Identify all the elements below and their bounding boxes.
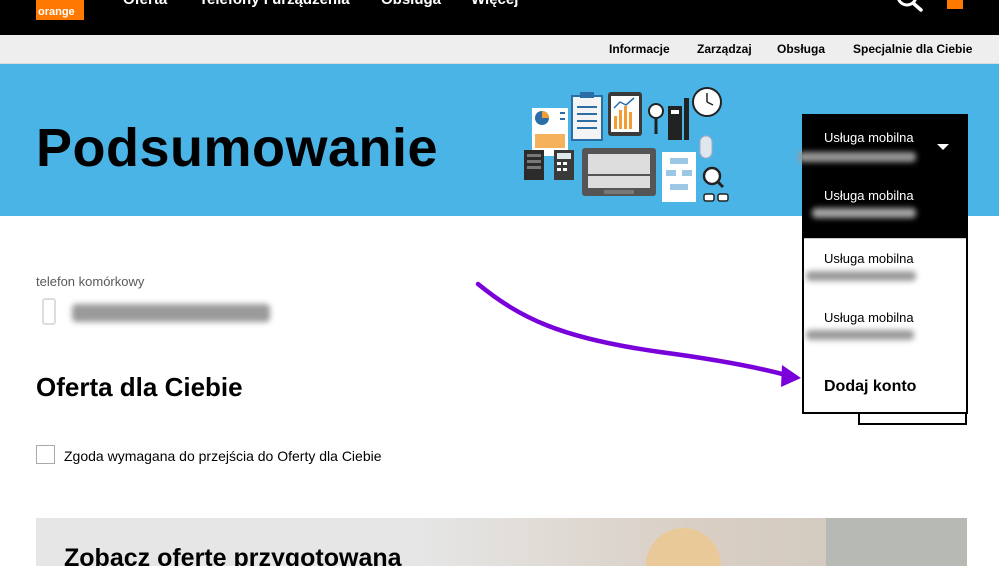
blurred-option-number <box>806 271 916 281</box>
option-label: Usługa mobilna <box>824 310 914 325</box>
page-title: Podsumowanie <box>36 118 439 178</box>
option-label: Usługa mobilna <box>824 188 914 203</box>
subnav-item-zarzadzaj[interactable]: Zarządzaj <box>697 42 752 56</box>
nav-item-telefony[interactable]: Telefony i urządzenia <box>199 0 350 9</box>
blurred-option-number <box>806 330 914 340</box>
basket-icon[interactable] <box>947 0 963 9</box>
nav-item-oferta[interactable]: Oferta <box>123 0 167 9</box>
secondary-navigation: Informacje Zarządzaj Obsługa Specjalnie … <box>0 35 999 64</box>
office-illustration <box>524 87 729 202</box>
logo-text: orange <box>38 6 75 18</box>
nav-item-obsluga[interactable]: Obsługa <box>381 0 441 9</box>
service-dropdown[interactable]: Usługa mobilna Usługa mobilna Usługa mob… <box>798 114 968 414</box>
nav-item-wiecej[interactable]: Więcej <box>471 0 518 9</box>
blurred-current-number <box>798 152 916 162</box>
blurred-phone-number <box>72 304 270 322</box>
dropdown-option[interactable]: Usługa mobilna <box>804 176 966 238</box>
subnav-item-obsluga[interactable]: Obsługa <box>777 42 825 56</box>
mobile-phone-icon <box>42 298 56 325</box>
search-icon[interactable] <box>896 0 924 12</box>
subnav-item-specjalnie[interactable]: Specjalnie dla Ciebie <box>853 42 972 56</box>
account-type-label: telefon komórkowy <box>36 274 145 289</box>
dropdown-option[interactable]: Usługa mobilna <box>804 238 966 298</box>
dropdown-toggle[interactable]: Usługa mobilna <box>798 116 966 176</box>
promo-title: Zobacz ofertę przygotowaną <box>64 544 402 566</box>
orange-logo[interactable]: orange <box>36 0 84 20</box>
dropdown-current-label: Usługa mobilna <box>824 130 914 145</box>
consent-checkbox[interactable] <box>36 445 55 464</box>
offer-heading: Oferta dla Ciebie <box>36 372 243 402</box>
promo-banner[interactable]: Zobacz ofertę przygotowaną <box>36 518 967 566</box>
chevron-down-icon <box>937 144 949 150</box>
add-account-button[interactable]: Dodaj konto <box>824 378 916 396</box>
top-navigation-bar: orange Oferta Telefony i urządzenia Obsł… <box>0 0 999 35</box>
promo-background-right <box>826 518 967 566</box>
blurred-option-number <box>812 208 916 218</box>
consent-label: Zgoda wymagana do przejścia do Oferty dl… <box>64 448 382 464</box>
dropdown-option[interactable]: Usługa mobilna <box>804 298 966 358</box>
option-label: Usługa mobilna <box>824 251 914 266</box>
subnav-item-informacje[interactable]: Informacje <box>609 42 670 56</box>
